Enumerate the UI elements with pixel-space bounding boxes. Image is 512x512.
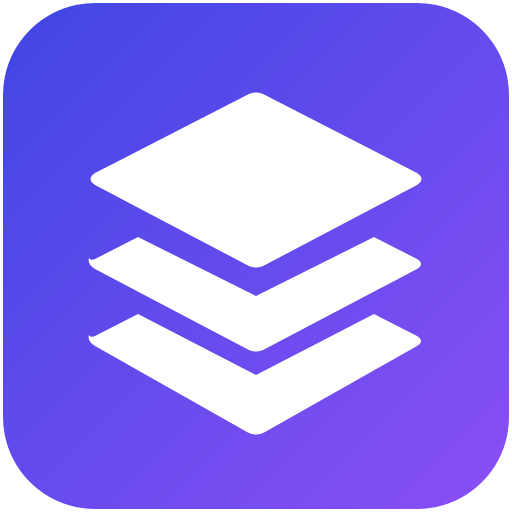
layers-app-icon[interactable]	[3, 3, 509, 509]
app-icon-graphic	[3, 3, 509, 509]
icon-canvas	[0, 0, 512, 512]
